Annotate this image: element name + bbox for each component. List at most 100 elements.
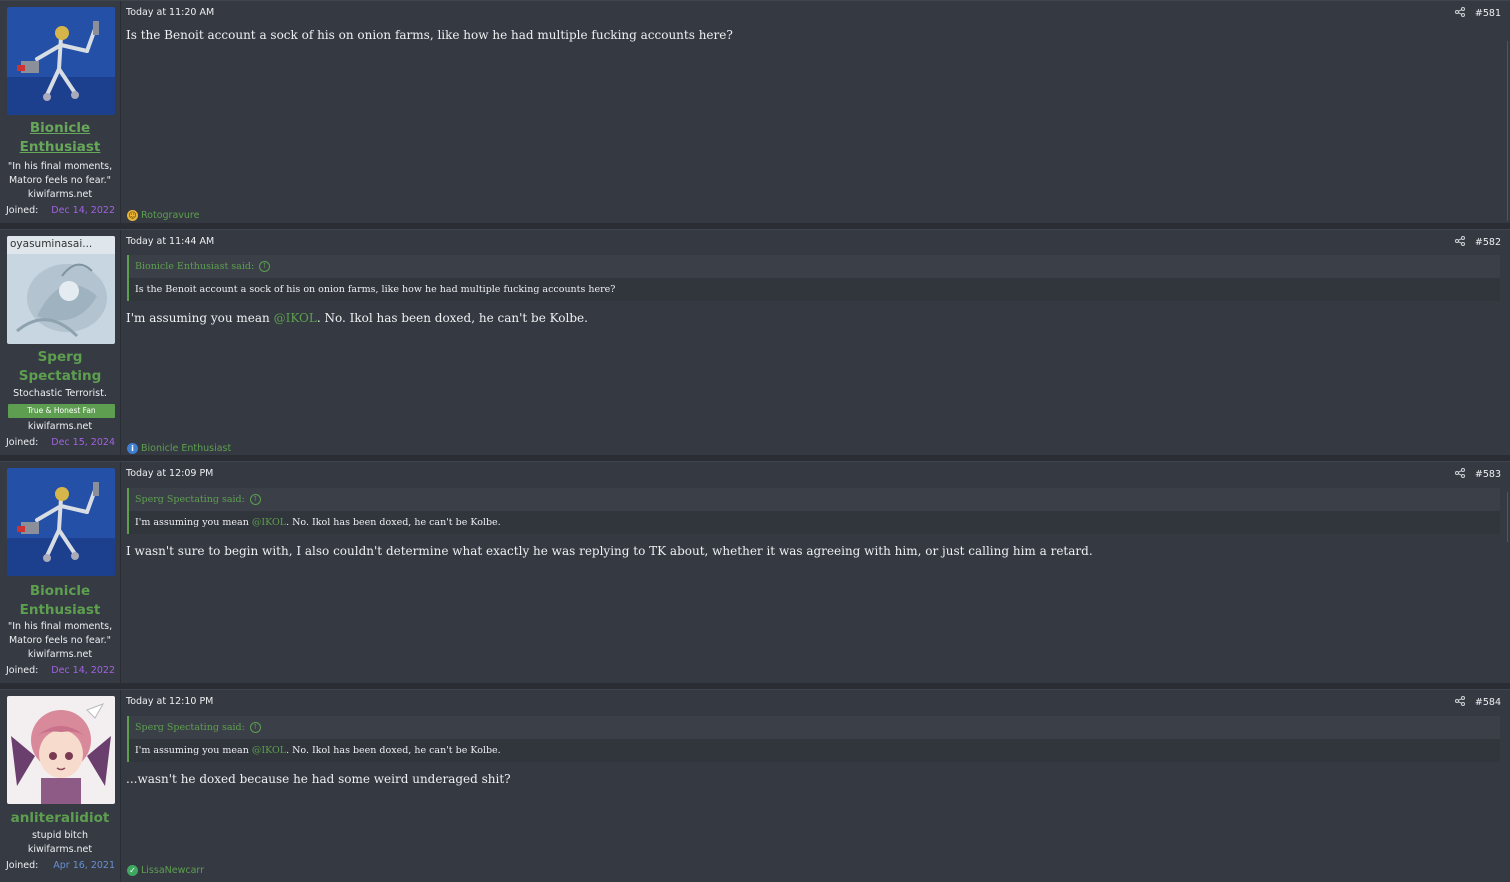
quote-author[interactable]: Sperg Spectating said: [135, 722, 245, 733]
check-reaction-icon: ✓ [127, 865, 138, 876]
username-line[interactable]: Sperg [38, 349, 83, 365]
joined-date: Apr 16, 2021 [53, 860, 115, 871]
user-title-line: Matoro feels no fear." [8, 635, 111, 646]
joined-label: Joined: [6, 665, 39, 676]
quote-text-part: I'm assuming you mean [135, 517, 252, 528]
quote-text: I'm assuming you mean @IKOL. No. Ikol ha… [129, 511, 1500, 534]
arrow-up-icon[interactable]: ↑ [259, 261, 271, 272]
avatar[interactable] [7, 7, 115, 115]
quote-header[interactable]: Sperg Spectating said: ↑ [129, 716, 1500, 739]
username-line[interactable]: Bionicle [30, 120, 90, 136]
site-label: kiwifarms.net [27, 189, 93, 200]
arrow-up-icon[interactable]: ↑ [249, 494, 261, 505]
user-title-line: "In his final moments, [7, 161, 113, 172]
joined-date: Dec 14, 2022 [51, 665, 115, 676]
body-text: . No. Ikol has been doxed, he can't be K… [316, 311, 588, 325]
user-info: anliteralidiot stupid bitch kiwifarms.ne… [0, 690, 121, 882]
share-icon[interactable] [1454, 236, 1465, 249]
site-label: kiwifarms.net [27, 421, 93, 432]
joined-date: Dec 14, 2022 [51, 205, 115, 216]
post-body: ...wasn't he doxed because he had some w… [126, 772, 511, 786]
quote-text: I'm assuming you mean @IKOL. No. Ikol ha… [129, 739, 1500, 762]
user-mention[interactable]: @IKOL [252, 745, 286, 756]
body-text: I'm assuming you mean [126, 311, 274, 325]
user-title: Stochastic Terrorist. [4, 387, 116, 401]
reaction-user[interactable]: Rotogravure [141, 210, 199, 221]
avatar-caption: oyasuminasai... [10, 238, 93, 250]
post-time[interactable]: Today at 12:10 PM [126, 696, 213, 707]
post-number[interactable]: #584 [1475, 697, 1501, 708]
info-reaction-icon: i [127, 443, 138, 454]
user-title-line: "In his final moments, [7, 621, 113, 632]
reaction-bar[interactable]: ☺ Rotogravure [127, 210, 199, 221]
scroll-rule [1507, 41, 1508, 221]
share-icon[interactable] [1454, 468, 1465, 481]
user-title: "In his final moments, Matoro feels no f… [4, 160, 116, 188]
post-body: I wasn't sure to begin with, I also coul… [126, 544, 1093, 558]
reaction-user[interactable]: Bionicle Enthusiast [141, 443, 231, 454]
post-body: I'm assuming you mean @IKOL. No. Ikol ha… [126, 311, 588, 325]
username[interactable]: anliteralidiot [0, 809, 120, 828]
post-number[interactable]: #581 [1475, 8, 1501, 19]
reaction-bar[interactable]: ✓ LissaNewcarr [127, 865, 204, 876]
quote-author[interactable]: Sperg Spectating said: [135, 494, 245, 505]
username-line[interactable]: Bionicle [30, 583, 90, 599]
quote-text-part: I'm assuming you mean [135, 745, 252, 756]
avatar[interactable] [7, 468, 115, 576]
post-meta: #583 [1454, 468, 1501, 481]
post-time[interactable]: Today at 12:09 PM [126, 468, 213, 479]
user-info: Bionicle Enthusiast "In his final moment… [0, 462, 121, 683]
joined-label: Joined: [6, 860, 39, 871]
quote-block[interactable]: Bionicle Enthusiast said: ↑ Is the Benoit… [127, 255, 1500, 301]
quote-block[interactable]: Sperg Spectating said: ↑ I'm assuming you… [127, 716, 1500, 762]
user-mention[interactable]: @IKOL [252, 517, 286, 528]
post-meta: #584 [1454, 696, 1501, 709]
laugh-reaction-icon: ☺ [127, 210, 138, 221]
quote-header[interactable]: Bionicle Enthusiast said: ↑ [129, 255, 1500, 278]
quote-text-part: . No. Ikol has been doxed, he can't be K… [286, 745, 501, 756]
scroll-rule [1507, 492, 1508, 542]
user-info: Bionicle Enthusiast "In his final moment… [0, 1, 121, 223]
user-title: "In his final moments, Matoro feels no f… [4, 620, 116, 648]
site-label: kiwifarms.net [27, 649, 93, 660]
quote-text: Is the Benoit account a sock of his on o… [129, 278, 1500, 301]
post-number[interactable]: #583 [1475, 469, 1501, 480]
user-title-line: Matoro feels no fear." [8, 175, 111, 186]
user-title: stupid bitch [4, 829, 116, 843]
post-body: Is the Benoit account a sock of his on o… [126, 28, 733, 42]
quote-author[interactable]: Bionicle Enthusiast said: [135, 261, 254, 272]
post-meta: #581 [1454, 7, 1501, 20]
username[interactable]: Sperg Spectating [0, 348, 120, 386]
avatar[interactable]: oyasuminasai... [7, 236, 115, 344]
username-line[interactable]: Enthusiast [20, 602, 101, 618]
user-info: oyasuminasai... Sperg Spectating Stochas… [0, 230, 121, 455]
username[interactable]: Bionicle Enthusiast [0, 119, 120, 157]
reaction-bar[interactable]: i Bionicle Enthusiast [127, 443, 231, 454]
username[interactable]: Bionicle Enthusiast [0, 582, 120, 620]
post-584: anliteralidiot stupid bitch kiwifarms.ne… [0, 689, 1510, 882]
user-title-line: stupid bitch [31, 830, 89, 841]
joined-date: Dec 15, 2024 [51, 437, 115, 448]
post-583: Bionicle Enthusiast "In his final moment… [0, 461, 1510, 683]
site-label: kiwifarms.net [27, 844, 93, 855]
post-time[interactable]: Today at 11:20 AM [126, 7, 214, 18]
post-582: oyasuminasai... Sperg Spectating Stochas… [0, 229, 1510, 455]
quote-text-part: . No. Ikol has been doxed, he can't be K… [286, 517, 501, 528]
avatar[interactable] [7, 696, 115, 804]
user-title-line: Stochastic Terrorist. [13, 388, 107, 399]
joined-label: Joined: [6, 437, 39, 448]
post-time[interactable]: Today at 11:44 AM [126, 236, 214, 247]
user-banner: True & Honest Fan [8, 404, 115, 418]
quote-block[interactable]: Sperg Spectating said: ↑ I'm assuming you… [127, 488, 1500, 534]
post-meta: #582 [1454, 236, 1501, 249]
quote-header[interactable]: Sperg Spectating said: ↑ [129, 488, 1500, 511]
post-581: Bionicle Enthusiast "In his final moment… [0, 0, 1510, 223]
username-line[interactable]: Spectating [19, 368, 101, 384]
reaction-user[interactable]: LissaNewcarr [141, 865, 204, 876]
share-icon[interactable] [1454, 7, 1465, 20]
share-icon[interactable] [1454, 696, 1465, 709]
arrow-up-icon[interactable]: ↑ [249, 722, 261, 733]
user-mention[interactable]: @IKOL [274, 311, 317, 325]
post-number[interactable]: #582 [1475, 237, 1501, 248]
username-line[interactable]: Enthusiast [20, 139, 101, 155]
